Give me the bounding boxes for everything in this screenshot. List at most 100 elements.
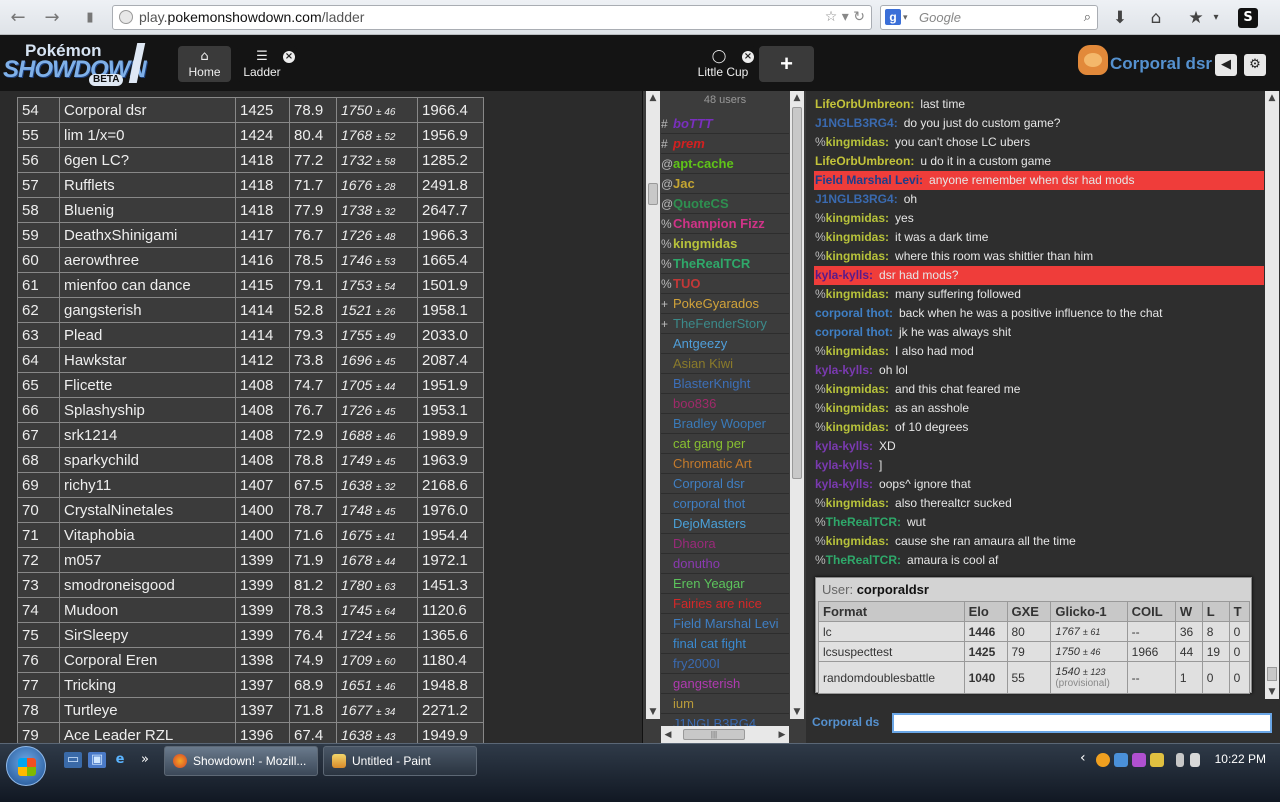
user-list-name[interactable]: boo836	[673, 396, 716, 411]
chat-username[interactable]: LifeOrbUmbreon:	[815, 97, 914, 111]
user-list-name[interactable]: ium	[673, 696, 694, 711]
google-icon[interactable]: g	[885, 9, 901, 25]
user-list-name[interactable]: Eren Yeagar	[673, 576, 745, 591]
player-name-cell[interactable]: SirSleepy	[59, 622, 236, 648]
scroll-up-icon[interactable]: ▲	[790, 91, 804, 105]
chat-username[interactable]: LifeOrbUmbreon:	[815, 154, 914, 168]
player-name-cell[interactable]: Vitaphobia	[59, 522, 236, 548]
show-desktop-icon[interactable]: ▭	[64, 752, 82, 768]
download-icon[interactable]: ⬇	[1107, 6, 1133, 30]
chat-username[interactable]: kingmidas:	[826, 249, 889, 263]
chat-username[interactable]: corporal thot:	[815, 325, 893, 339]
user-list-item[interactable]: # boTTT	[661, 114, 789, 134]
player-name-cell[interactable]: richy11	[59, 472, 236, 498]
user-list-name[interactable]: Jac	[673, 176, 695, 191]
tray-app-icon[interactable]	[1114, 753, 1128, 767]
user-list-item[interactable]: boo836	[661, 394, 789, 414]
player-name-cell[interactable]: Corporal Eren	[59, 647, 236, 673]
quicklaunch-more-icon[interactable]: »	[136, 752, 154, 768]
user-list-item[interactable]: Corporal dsr	[661, 474, 789, 494]
tray-app-icon[interactable]	[1132, 753, 1146, 767]
user-list-item[interactable]: %Champion Fizz	[661, 214, 789, 234]
user-list-name[interactable]: apt-cache	[673, 156, 734, 171]
chat-username[interactable]: kyla-kylls:	[815, 477, 873, 491]
user-list-name[interactable]: Field Marshal Levi	[673, 616, 779, 631]
user-list-item[interactable]: # prem	[661, 134, 789, 154]
user-list-item[interactable]: Antgeezy	[661, 334, 789, 354]
chat-username[interactable]: TheRealTCR:	[826, 553, 901, 567]
chevron-down-icon[interactable]: ▾	[1203, 6, 1229, 30]
player-name-cell[interactable]: gangsterish	[59, 297, 236, 323]
player-name-cell[interactable]: Mudoon	[59, 597, 236, 623]
chat-username[interactable]: kingmidas:	[826, 344, 889, 358]
user-list-name[interactable]: DejoMasters	[673, 516, 746, 531]
search-input[interactable]: g ▾ Google ⌕	[880, 5, 1098, 30]
search-icon[interactable]: ⌕	[1084, 6, 1091, 29]
player-name-cell[interactable]: sparkychild	[59, 447, 236, 473]
reload-icon[interactable]: ↻	[853, 9, 865, 25]
player-name-cell[interactable]: lim 1/x=0	[59, 122, 236, 148]
user-list-hscrollbar[interactable]: ◀ ||| ▶	[661, 726, 789, 743]
user-list-item[interactable]: %TUO	[661, 274, 789, 294]
back-arrow-icon[interactable]: ←	[4, 6, 32, 30]
chat-scrollbar[interactable]: ▲ ▼	[1265, 91, 1279, 699]
ie-icon[interactable]: e	[111, 752, 129, 768]
tray-app-icon[interactable]	[1096, 753, 1110, 767]
chat-username[interactable]: kingmidas:	[826, 534, 889, 548]
player-name-cell[interactable]: Hawkstar	[59, 347, 236, 373]
user-list-name[interactable]: Champion Fizz	[673, 216, 765, 231]
user-list-item[interactable]: Asian Kiwi	[661, 354, 789, 374]
close-icon[interactable]: ×	[283, 51, 295, 63]
user-list-name[interactable]: Asian Kiwi	[673, 356, 733, 371]
user-list-item[interactable]: BlasterKnight	[661, 374, 789, 394]
star-icon[interactable]: ☆	[825, 9, 838, 25]
user-list-item[interactable]: donutho	[661, 554, 789, 574]
user-list-scrollbar[interactable]: ▲ ▼	[790, 91, 804, 719]
player-name-cell[interactable]: smodroneisgood	[59, 572, 236, 598]
user-list-item[interactable]: fry2000I	[661, 654, 789, 674]
user-list-name[interactable]: QuoteCS	[673, 196, 729, 211]
user-list-name[interactable]: Chromatic Art	[673, 456, 752, 471]
user-list-name[interactable]: Dhaora	[673, 536, 716, 551]
user-list-item[interactable]: @apt-cache	[661, 154, 789, 174]
clock[interactable]: 10:22 PM	[1215, 752, 1266, 766]
home-icon[interactable]: ⌂	[1143, 6, 1169, 30]
showdown-logo[interactable]: Pokémon SHOWDOWN BETA	[3, 39, 147, 87]
scrollbar-thumb[interactable]	[1267, 667, 1277, 681]
user-list-name[interactable]: Antgeezy	[673, 336, 727, 351]
scrollbar-thumb[interactable]	[648, 183, 658, 205]
user-list-item[interactable]: DejoMasters	[661, 514, 789, 534]
scroll-down-icon[interactable]: ▼	[790, 705, 804, 719]
scroll-right-icon[interactable]: ▶	[775, 728, 789, 742]
user-list-item[interactable]: + PokeGyarados	[661, 294, 789, 314]
user-menu[interactable]: Corporal dsr	[1078, 45, 1212, 81]
sound-icon[interactable]: ◀	[1215, 54, 1237, 76]
player-name-cell[interactable]: srk1214	[59, 422, 236, 448]
username[interactable]: Corporal dsr	[1110, 54, 1212, 74]
user-list-name[interactable]: Fairies are nice	[673, 596, 762, 611]
chat-username[interactable]: kyla-kylls:	[815, 268, 873, 282]
user-list-name[interactable]: TheFenderStory	[673, 316, 767, 331]
volume-icon[interactable]	[1190, 753, 1200, 767]
player-name-cell[interactable]: Rufflets	[59, 172, 236, 198]
close-icon[interactable]: ×	[742, 51, 754, 63]
player-name-cell[interactable]: Plead	[59, 322, 236, 348]
player-name-cell[interactable]: m057	[59, 547, 236, 573]
user-list-name[interactable]: gangsterish	[673, 676, 740, 691]
user-list-name[interactable]: boTTT	[673, 116, 713, 131]
user-list-name[interactable]: Bradley Wooper	[673, 416, 766, 431]
start-button[interactable]	[6, 746, 46, 786]
tray-app-icon[interactable]	[1150, 753, 1164, 767]
scroll-down-icon[interactable]: ▼	[646, 705, 660, 719]
dropdown-icon[interactable]: ▾	[842, 9, 849, 25]
address-bar[interactable]: play.pokemonshowdown.com/ladder ☆ ▾ ↻	[112, 5, 872, 30]
battery-icon[interactable]	[1176, 753, 1184, 767]
scroll-left-icon[interactable]: ◀	[661, 728, 675, 742]
user-list-item[interactable]: %TheRealTCR	[661, 254, 789, 274]
user-list-item[interactable]: @QuoteCS	[661, 194, 789, 214]
user-list-item[interactable]: Chromatic Art	[661, 454, 789, 474]
chat-username[interactable]: kingmidas:	[826, 287, 889, 301]
chat-username[interactable]: kyla-kylls:	[815, 458, 873, 472]
user-list-item[interactable]: corporal thot	[661, 494, 789, 514]
user-list-name[interactable]: cat gang per	[673, 436, 745, 451]
